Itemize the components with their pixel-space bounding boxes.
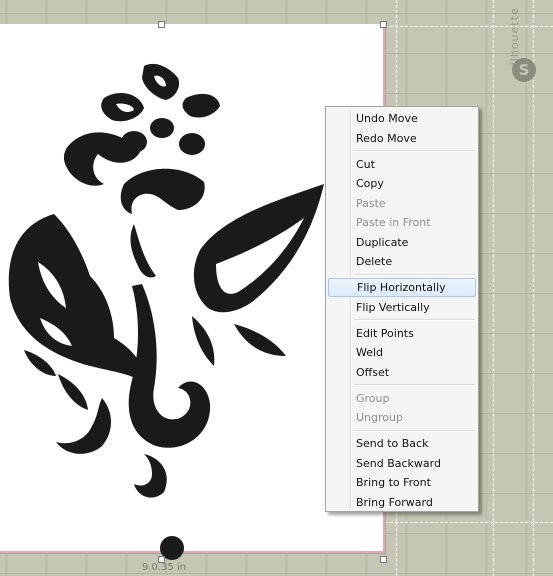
menu-separator	[354, 384, 475, 386]
menu-item-offset[interactable]: Offset	[328, 363, 476, 382]
menu-item-delete[interactable]: Delete	[328, 252, 476, 271]
mat-guide-line	[493, 0, 494, 576]
menu-item-flip-vertically[interactable]: Flip Vertically	[328, 298, 476, 317]
menu-item-cut[interactable]: Cut	[328, 155, 476, 174]
selection-dimension-label: 9.0.35 in	[142, 562, 187, 573]
menu-separator	[354, 429, 475, 432]
menu-item-edit-points[interactable]: Edit Points	[328, 324, 476, 343]
menu-item-flip-horizontally[interactable]: Flip Horizontally	[328, 278, 476, 297]
menu-item-undo-move[interactable]: Undo Move	[328, 109, 476, 128]
menu-item-ungroup: Ungroup	[356, 411, 403, 424]
floral-motif[interactable]	[0, 54, 334, 564]
menu-separator	[354, 273, 475, 276]
menu-item-send-to-back[interactable]: Send to Back	[328, 434, 476, 453]
menu-item-weld[interactable]: Weld	[328, 343, 476, 362]
menu-item-copy[interactable]: Copy	[328, 174, 476, 193]
mat-brand-mark: S	[512, 58, 536, 82]
mat-guide-line	[385, 522, 553, 523]
menu-item-bring-to-front[interactable]: Bring to Front	[328, 473, 476, 492]
selection-handle[interactable]	[380, 21, 387, 28]
menu-item-bring-forward[interactable]: Bring Forward	[328, 493, 476, 512]
mat-guide-line	[385, 26, 553, 27]
menu-item-paste-in-front: Paste in Front	[356, 216, 431, 229]
selection-handle[interactable]	[158, 21, 165, 28]
context-menu: Undo Move Redo Move Cut Copy Paste Paste in F…	[325, 106, 479, 512]
menu-separator	[354, 150, 475, 152]
menu-item-duplicate[interactable]: Duplicate	[328, 233, 476, 252]
menu-item-redo-move[interactable]: Redo Move	[328, 129, 476, 148]
silhouette-logo-icon: silhouette S	[508, 7, 536, 128]
menu-separator	[354, 319, 475, 321]
selection-handle[interactable]	[380, 556, 387, 563]
menu-item-paste: Paste	[356, 196, 386, 210]
menu-item-group: Group	[356, 391, 390, 405]
menu-item-send-backward[interactable]: Send Backward	[328, 454, 476, 473]
